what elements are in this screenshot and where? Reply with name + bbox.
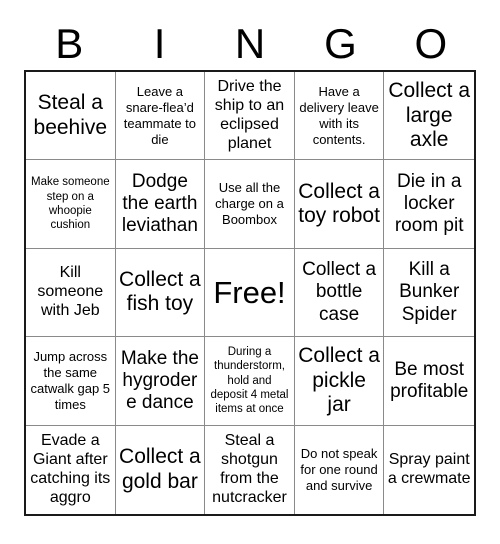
bingo-cell-label: Kill someone with Jeb (37, 264, 104, 319)
bingo-cell-label: Steal a beehive (33, 91, 108, 139)
bingo-cell-g1[interactable]: Have a delivery leave with its contents. (294, 72, 385, 161)
bingo-cell-i3[interactable]: Collect a fish toy (115, 248, 206, 338)
bingo-header-letter-i: I (153, 20, 166, 67)
bingo-cell-i4[interactable]: Make the hygrodere dance (115, 337, 206, 426)
bingo-cell-n2[interactable]: Use all the charge on a Boombox (205, 160, 295, 249)
bingo-cell-label: Collect a large axle (388, 79, 471, 151)
bingo-cell-free-space[interactable]: Free! (205, 248, 295, 338)
bingo-cell-label: Make the hygrodere dance (120, 347, 199, 413)
bingo-grid: Steal a beehive Leave a snare-flea’d tea… (24, 70, 476, 516)
bingo-cell-b2[interactable]: Make someone step on a whoopie cushion (26, 160, 116, 249)
bingo-cell-label: Die in a locker room pit (394, 171, 464, 237)
bingo-cell-o2[interactable]: Die in a locker room pit (384, 160, 474, 249)
bingo-cell-label: Jump across the same catwalk gap 5 times (30, 349, 111, 412)
bingo-cell-g3[interactable]: Collect a bottle case (294, 248, 385, 338)
bingo-cell-b4[interactable]: Jump across the same catwalk gap 5 times (26, 337, 116, 426)
bingo-header-row: B I N G O (24, 18, 476, 70)
bingo-cell-label: Make someone step on a whoopie cushion (30, 176, 110, 232)
bingo-cell-n5[interactable]: Steal a shotgun from the nutcracker (205, 425, 295, 514)
bingo-cell-b5[interactable]: Evade a Giant after catching its aggro (26, 425, 116, 514)
bingo-cell-label: Drive the ship to an eclipsed planet (214, 77, 285, 152)
bingo-cell-label: Evade a Giant after catching its aggro (30, 432, 111, 506)
bingo-cell-label: During a thunderstorm, hold and deposit … (210, 345, 289, 416)
bingo-cell-o3[interactable]: Kill a Bunker Spider (384, 248, 474, 338)
bingo-cell-label: Spray paint a crewmate (387, 450, 471, 487)
bingo-cell-b3[interactable]: Kill someone with Jeb (26, 248, 116, 338)
bingo-cell-b1[interactable]: Steal a beehive (26, 72, 116, 161)
bingo-cell-n1[interactable]: Drive the ship to an eclipsed planet (205, 72, 295, 161)
bingo-cell-label: Collect a toy robot (298, 179, 380, 228)
bingo-cell-n4[interactable]: During a thunderstorm, hold and deposit … (205, 337, 295, 426)
bingo-cell-o1[interactable]: Collect a large axle (384, 72, 474, 161)
bingo-cell-i1[interactable]: Leave a snare-flea’d teammate to die (115, 72, 206, 161)
bingo-cell-label: Collect a bottle case (302, 259, 377, 325)
bingo-cell-label: Steal a shotgun from the nutcracker (212, 432, 287, 506)
bingo-cell-label: Kill a Bunker Spider (399, 259, 460, 325)
bingo-cell-o4[interactable]: Be most profitable (384, 337, 474, 426)
bingo-cell-label: Be most profitable (390, 358, 469, 402)
bingo-card: B I N G O Steal a beehive Leave a snare-… (0, 0, 500, 544)
bingo-cell-label: Use all the charge on a Boombox (215, 180, 284, 228)
bingo-free-space-label: Free! (213, 274, 286, 310)
bingo-cell-label: Collect a pickle jar (298, 344, 380, 417)
bingo-cell-g2[interactable]: Collect a toy robot (294, 160, 385, 249)
bingo-cell-label: Dodge the earth leviathan (121, 171, 198, 237)
bingo-cell-g5[interactable]: Do not speak for one round and survive (294, 425, 385, 514)
bingo-cell-i5[interactable]: Collect a gold bar (115, 425, 206, 514)
bingo-cell-label: Collect a fish toy (119, 268, 201, 316)
bingo-header-letter-g: G (324, 20, 357, 67)
bingo-cell-label: Leave a snare-flea’d teammate to die (123, 83, 197, 147)
bingo-cell-i2[interactable]: Dodge the earth leviathan (115, 160, 206, 249)
bingo-cell-label: Do not speak for one round and survive (300, 446, 378, 493)
bingo-cell-label: Collect a gold bar (119, 445, 201, 493)
bingo-cell-g4[interactable]: Collect a pickle jar (294, 337, 385, 426)
bingo-cell-label: Have a delivery leave with its contents. (299, 83, 379, 147)
bingo-header-letter-o: O (414, 20, 448, 67)
bingo-header-letter-n: N (234, 20, 266, 67)
bingo-header-letter-b: B (55, 20, 84, 67)
bingo-cell-o5[interactable]: Spray paint a crewmate (384, 425, 474, 514)
